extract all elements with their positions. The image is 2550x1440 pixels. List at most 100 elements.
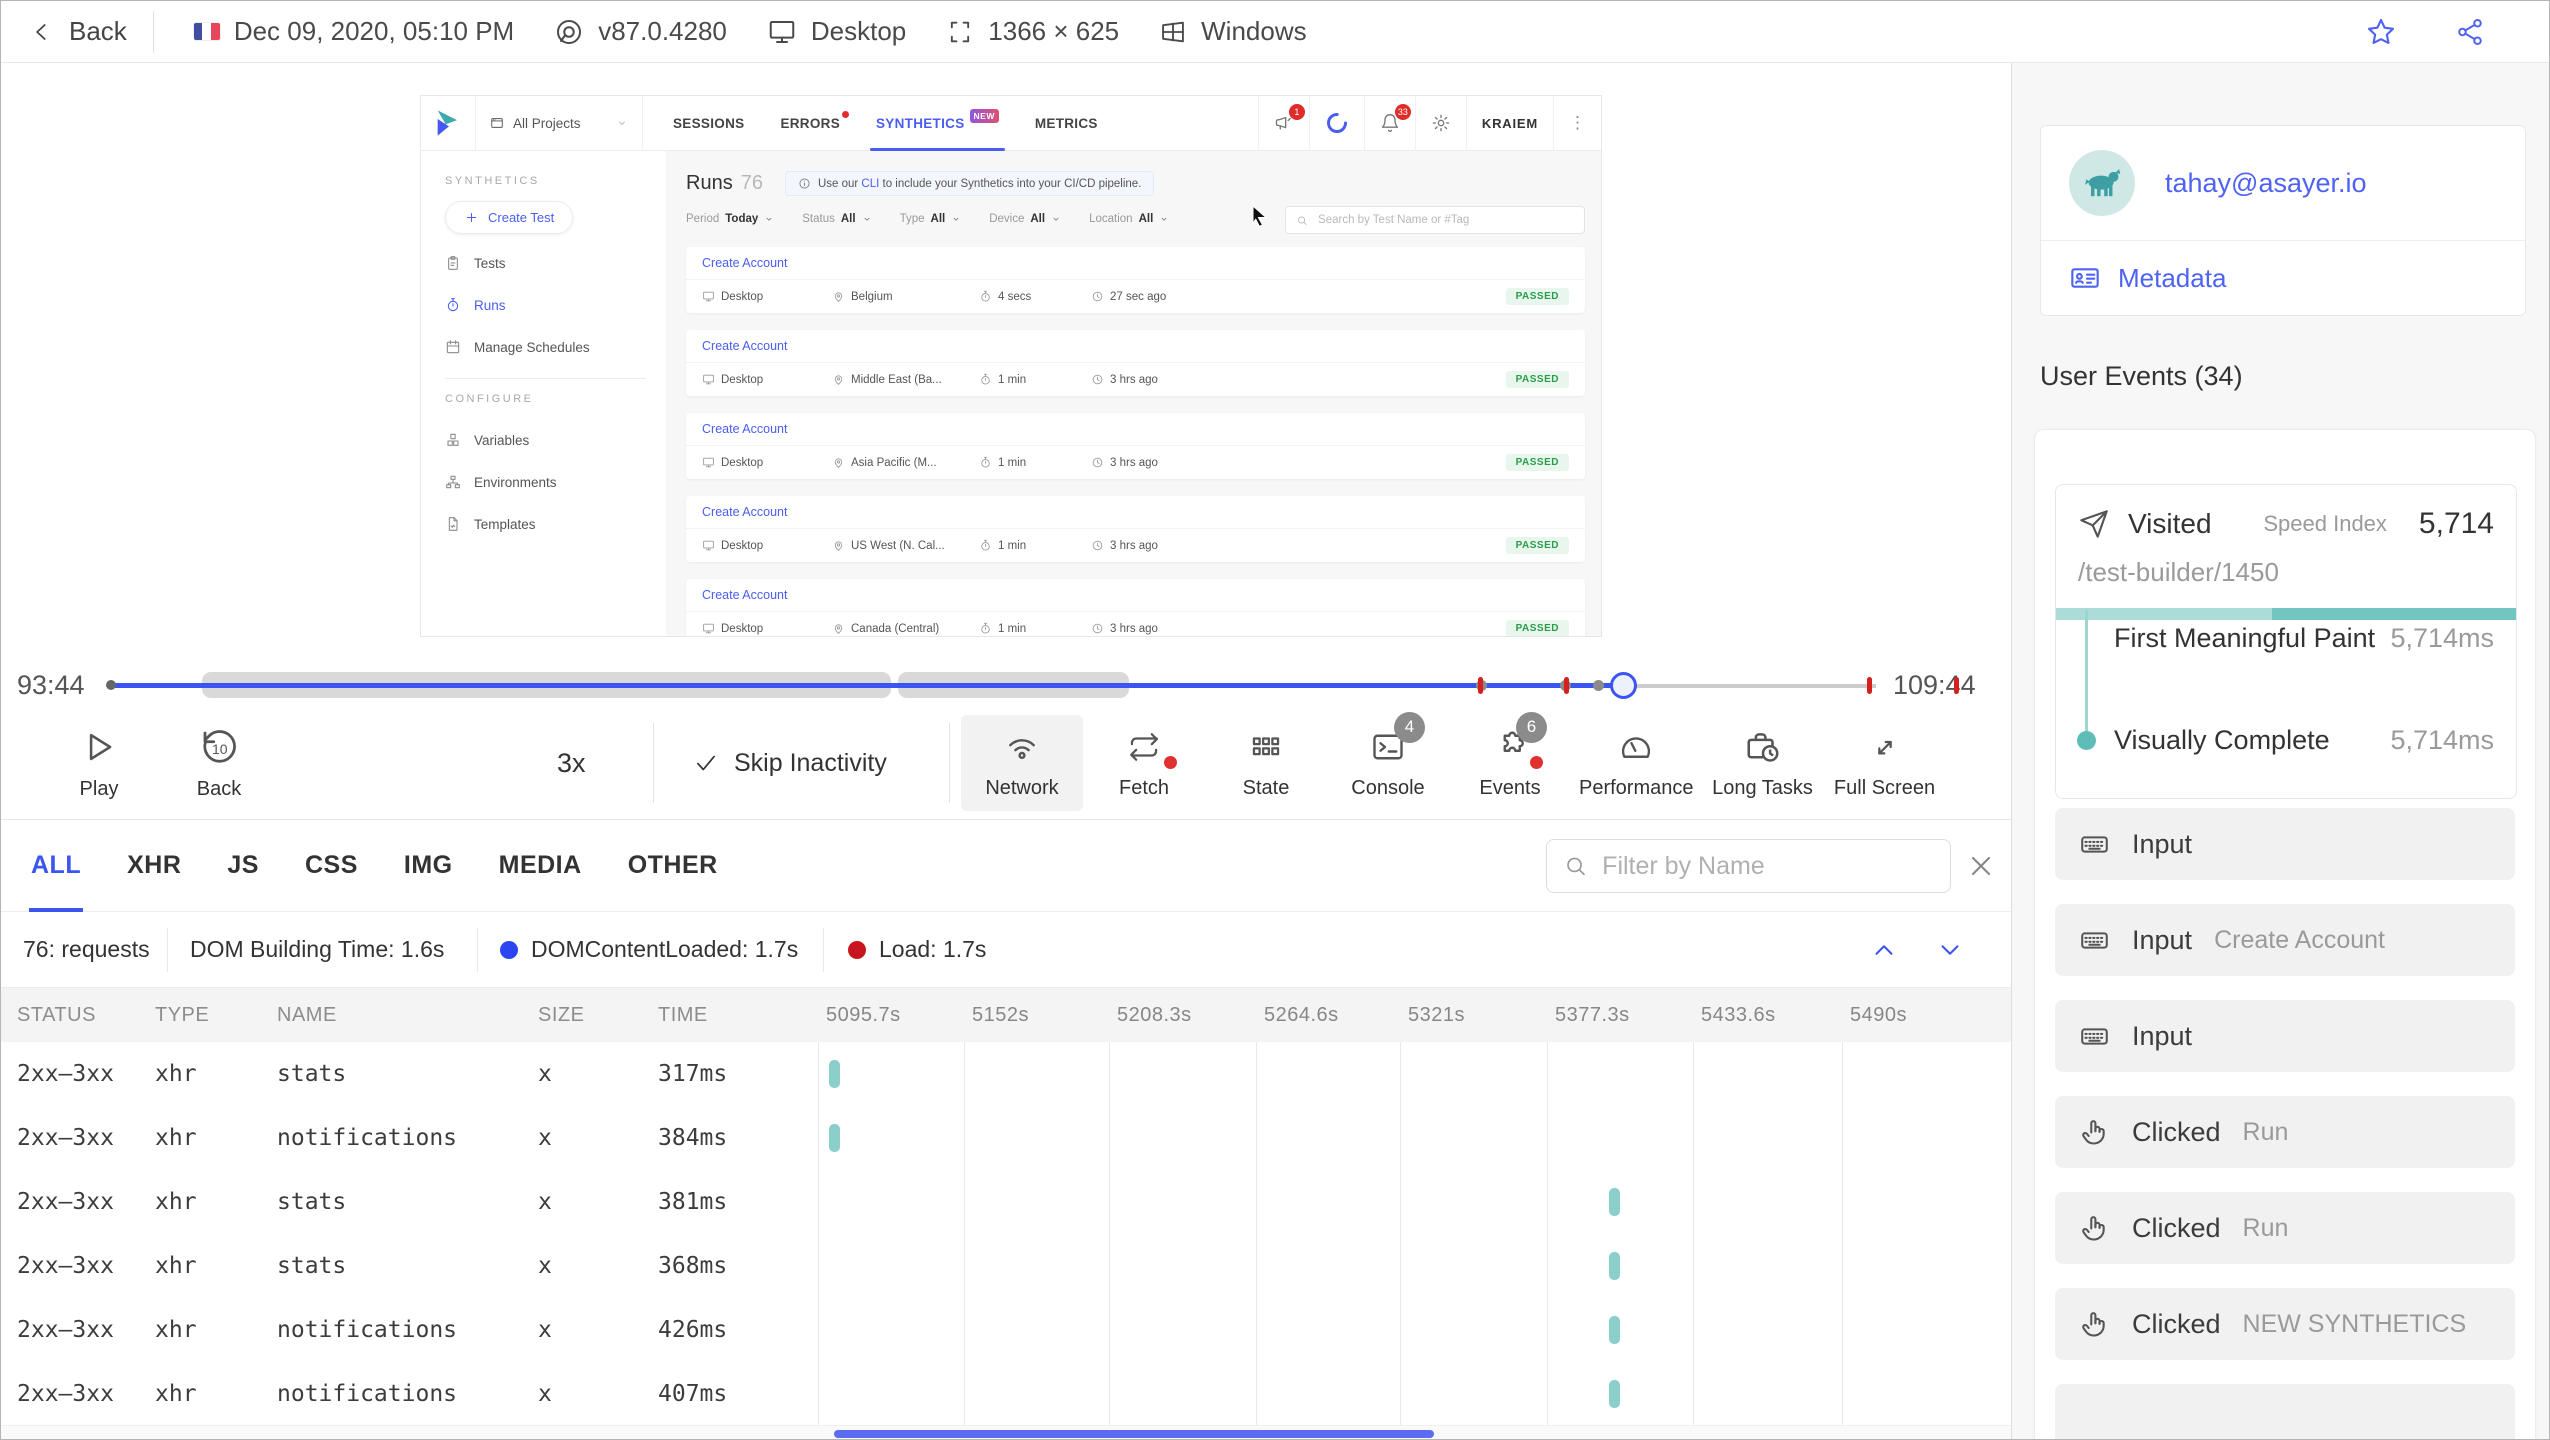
replay-nav-tab[interactable]: SYNTHETICS NEW <box>870 96 1005 151</box>
run-title-link[interactable]: Create Account <box>686 330 1585 363</box>
request-row[interactable]: 2xx–3xx xhr stats x 381ms <box>1 1170 2011 1234</box>
current-time-label: 93:44 <box>17 670 85 700</box>
tool-button[interactable]: Network <box>961 715 1083 811</box>
error-marker-tick[interactable] <box>1564 677 1569 694</box>
resolution-info: 1366 × 625 <box>946 16 1119 47</box>
sidebar-item[interactable]: Templates <box>421 503 666 545</box>
share-icon[interactable] <box>2455 17 2485 47</box>
tool-buttons: Network Fetch State 4 Console 6 Events P… <box>961 711 1946 811</box>
run-title-link[interactable]: Create Account <box>686 579 1585 612</box>
event-label: Clicked <box>2132 1212 2221 1243</box>
user-event-item[interactable]: Clicked NEW SYNTHETICS <box>2055 1288 2515 1360</box>
request-row[interactable]: 2xx–3xx xhr notifications x 407ms <box>1 1362 2011 1426</box>
kebab-menu[interactable]: ⋮ <box>1553 96 1601 151</box>
sidebar-item-label: Tests <box>474 255 506 271</box>
tool-button[interactable]: 6 Events <box>1449 711 1571 811</box>
user-event-item[interactable]: Input Create Account <box>2055 904 2515 976</box>
skip-inactivity-toggle[interactable]: Skip Inactivity <box>693 707 887 819</box>
chevron-down-icon[interactable] <box>1935 935 1965 965</box>
user-event-item[interactable]: Input <box>2055 808 2515 880</box>
favorite-star-icon[interactable] <box>2365 16 2397 48</box>
replay-nav-tab[interactable]: SESSIONS <box>673 96 744 151</box>
network-tab[interactable]: CSS <box>305 820 358 912</box>
settings-button[interactable] <box>1414 96 1466 151</box>
error-marker-tick[interactable] <box>1954 677 1959 694</box>
waterfall-bar <box>829 1060 840 1088</box>
filter-dropdown[interactable]: Type All <box>900 213 962 225</box>
sidebar-item[interactable]: Tests <box>421 242 666 284</box>
user-event-item[interactable]: Clicked Run <box>2055 1192 2515 1264</box>
user-email-link[interactable]: tahay@asayer.io <box>2165 168 2367 199</box>
user-event-item[interactable]: Input <box>2055 1000 2515 1072</box>
session-replay-app: Back Dec 09, 2020, 05:10 PM v87.0.4280 D… <box>0 0 2550 1440</box>
visited-event-card[interactable]: Visited Speed Index 5,714 /test-builder/… <box>2055 484 2517 799</box>
event-marker-dot[interactable] <box>1593 680 1604 691</box>
announcements-button[interactable]: 1 <box>1257 96 1309 151</box>
tool-button[interactable]: State <box>1205 715 1327 811</box>
create-test-button[interactable]: Create Test <box>445 201 574 234</box>
filter-dropdown[interactable]: Device All <box>989 213 1061 225</box>
close-panel-icon[interactable] <box>1965 850 1997 882</box>
filter-box[interactable] <box>1546 839 1951 893</box>
network-tab[interactable]: JS <box>227 820 259 912</box>
run-details: Desktop Canada (Central) 1 min 3 hrs ago… <box>686 612 1585 636</box>
time-tick-label: 5095.7s <box>826 1004 901 1026</box>
replay-nav-tab[interactable]: METRICS <box>1035 96 1098 151</box>
run-device: Desktop <box>702 622 832 635</box>
network-tab[interactable]: OTHER <box>628 820 718 912</box>
run-card[interactable]: Create Account Desktop Belgium 4 secs 27… <box>686 247 1585 313</box>
network-tab[interactable]: XHR <box>127 820 181 912</box>
run-card[interactable]: Create Account Desktop Asia Pacific (M..… <box>686 413 1585 479</box>
sidebar-item[interactable]: Variables <box>421 419 666 461</box>
tool-button[interactable]: Performance <box>1571 715 1702 811</box>
request-row[interactable]: 2xx–3xx xhr notifications x 384ms <box>1 1106 2011 1170</box>
speed-toggle[interactable]: 3x <box>557 707 586 819</box>
run-card[interactable]: Create Account Desktop Middle East (Ba..… <box>686 330 1585 396</box>
user-event-item[interactable]: Clicked Run <box>2055 1096 2515 1168</box>
request-row[interactable]: 2xx–3xx xhr notifications x 426ms <box>1 1298 2011 1362</box>
replay-nav-tab[interactable]: ERRORS <box>780 96 849 151</box>
filter-input[interactable] <box>1600 850 1934 882</box>
playhead-handle[interactable] <box>1610 672 1637 699</box>
back-ten-button[interactable]: 10 Back <box>179 715 259 811</box>
play-button[interactable]: Play <box>59 715 139 811</box>
network-tab[interactable]: MEDIA <box>499 820 582 912</box>
run-time-ago: 3 hrs ago <box>1091 539 1506 552</box>
run-card[interactable]: Create Account Desktop US West (N. Cal..… <box>686 496 1585 562</box>
scrollbar-thumb[interactable] <box>834 1430 1434 1438</box>
cli-link[interactable]: CLI <box>861 178 879 190</box>
request-row[interactable]: 2xx–3xx xhr stats x 368ms <box>1 1234 2011 1298</box>
cli-banner: Use our CLI to include your Synthetics i… <box>784 171 1155 196</box>
sidebar-item[interactable]: Environments <box>421 461 666 503</box>
project-selector[interactable]: All Projects <box>475 96 643 151</box>
run-card[interactable]: Create Account Desktop Canada (Central) … <box>686 579 1585 636</box>
chevron-up-icon[interactable] <box>1869 935 1899 965</box>
back-button[interactable]: Back <box>29 16 127 47</box>
test-search-input[interactable] <box>1316 213 1574 227</box>
network-tab[interactable]: IMG <box>404 820 453 912</box>
network-tab[interactable]: ALL <box>28 820 84 912</box>
run-title-link[interactable]: Create Account <box>686 496 1585 529</box>
waterfall-bar <box>1609 1188 1620 1216</box>
request-row[interactable]: 2xx–3xx xhr stats x 317ms <box>1 1042 2011 1106</box>
error-marker-tick[interactable] <box>1867 677 1872 694</box>
run-title-link[interactable]: Create Account <box>686 413 1585 446</box>
run-title-link[interactable]: Create Account <box>686 247 1585 280</box>
filter-dropdown[interactable]: Period Today <box>686 213 774 225</box>
sidebar-item[interactable]: Manage Schedules <box>421 326 666 368</box>
filter-dropdown[interactable]: Location All <box>1089 213 1169 225</box>
notifications-button[interactable]: 33 <box>1363 96 1415 151</box>
test-search-box[interactable] <box>1285 206 1585 234</box>
player-timeline[interactable]: 93:44 109:44 <box>1 663 2011 707</box>
error-marker-tick[interactable] <box>1478 677 1483 694</box>
filter-dropdown[interactable]: Status All <box>802 213 871 225</box>
tool-button[interactable]: Long Tasks <box>1702 715 1824 811</box>
run-location: Asia Pacific (M... <box>832 456 979 469</box>
tool-button[interactable]: Full Screen <box>1824 715 1946 811</box>
metadata-button[interactable]: Metadata <box>2041 241 2525 315</box>
sidebar-item[interactable]: Runs <box>421 284 666 326</box>
tool-button[interactable]: 4 Console <box>1327 711 1449 811</box>
user-event-item[interactable] <box>2055 1384 2515 1439</box>
user-menu[interactable]: KRAIEM <box>1465 96 1553 151</box>
tool-button[interactable]: Fetch <box>1083 715 1205 811</box>
